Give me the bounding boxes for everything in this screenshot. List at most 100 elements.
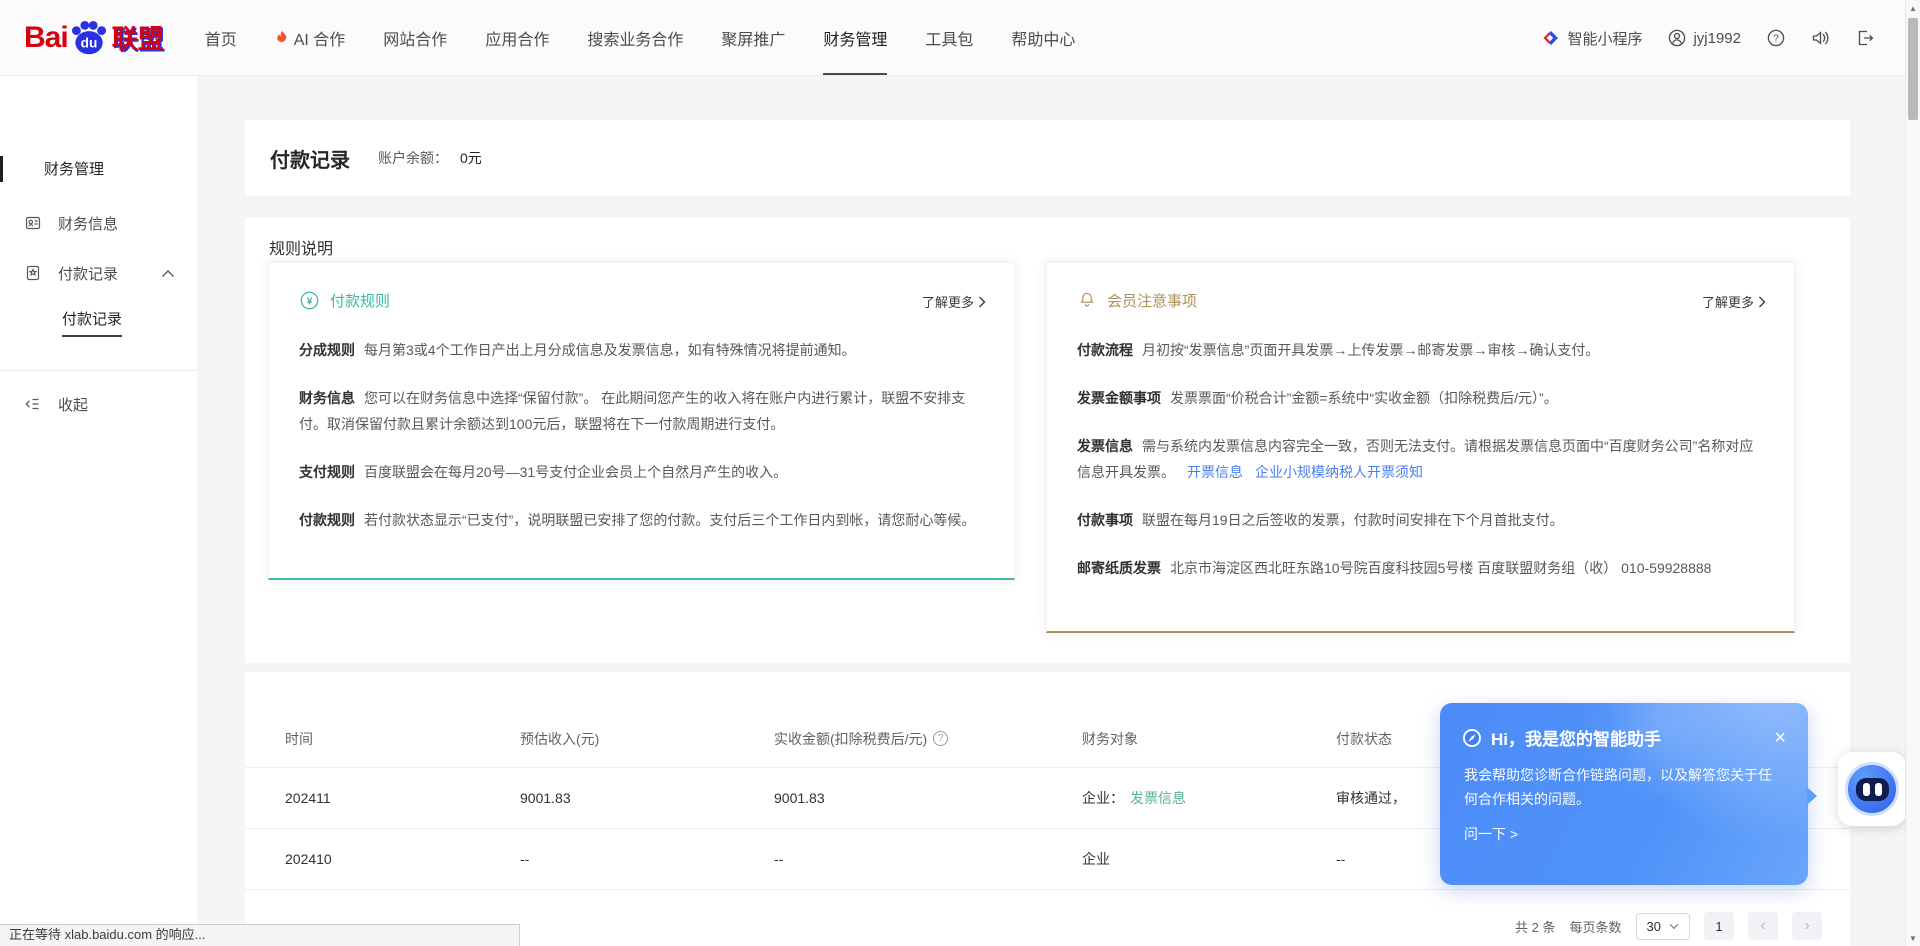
user-icon bbox=[1668, 29, 1686, 47]
svg-text:?: ? bbox=[1773, 34, 1779, 45]
prev-page-button[interactable]: ‹ bbox=[1748, 912, 1778, 940]
close-icon[interactable]: × bbox=[1774, 729, 1786, 747]
assistant-popup-header: Hi，我是您的智能助手 × bbox=[1440, 703, 1808, 750]
assistant-robot-button[interactable] bbox=[1838, 752, 1906, 826]
per-page-label: 每页条数 bbox=[1570, 917, 1622, 936]
navbar-right: 智能小程序 jyj1992 ? bbox=[1542, 0, 1874, 76]
payment-rules-card: ¥ 付款规则 了解更多 分成规则每月第3或4个工作日产出上月分成信息及发票信息，… bbox=[268, 262, 1015, 580]
rules-panel: 规则说明 ¥ 付款规则 了解更多 分成规则每月第3或4个工作日产出上月分成信息及… bbox=[245, 218, 1850, 663]
robot-icon bbox=[1845, 762, 1899, 816]
nav-item-website[interactable]: 网站合作 bbox=[364, 0, 466, 75]
username: jyj1992 bbox=[1693, 30, 1741, 47]
per-page-select[interactable]: 30 bbox=[1636, 913, 1690, 940]
collapse-label: 收起 bbox=[58, 394, 88, 415]
rule-paragraph: 支付规则百度联盟会在每月20号—31号支付企业会员上个自然月产生的收入。 bbox=[299, 459, 984, 485]
column-header-target: 财务对象 bbox=[1082, 729, 1336, 749]
rule-paragraph: 分成规则每月第3或4个工作日产出上月分成信息及发票信息，如有特殊情况将提前通知。 bbox=[299, 337, 984, 363]
rule-paragraph: 付款事项联盟在每月19日之后签收的发票，付款时间安排在下个月首批支付。 bbox=[1077, 507, 1764, 533]
scroll-down-arrow[interactable]: ▼ bbox=[1906, 930, 1920, 946]
card-title: 付款规则 bbox=[330, 290, 390, 311]
member-notices-card: 会员注意事项 了解更多 付款流程月初按“发票信息”页面开具发票→上传发票→邮寄发… bbox=[1046, 262, 1795, 633]
column-header-time: 时间 bbox=[285, 729, 520, 749]
learn-more-link[interactable]: 了解更多 bbox=[922, 292, 986, 311]
nav-item-help-center[interactable]: 帮助中心 bbox=[992, 0, 1094, 75]
cell-time: 202410 bbox=[285, 851, 520, 867]
flame-icon bbox=[275, 29, 289, 46]
nav-item-home[interactable]: 首页 bbox=[186, 0, 256, 75]
page-button-1[interactable]: 1 bbox=[1704, 912, 1734, 940]
cell-time: 202411 bbox=[285, 790, 520, 806]
rule-paragraph: 财务信息您可以在财务信息中选择“保留付款”。 在此期间您产生的收入将在账户内进行… bbox=[299, 385, 984, 437]
cell-estimated: -- bbox=[520, 851, 774, 867]
learn-more-link[interactable]: 了解更多 bbox=[1702, 292, 1766, 311]
help-icon: ? bbox=[1767, 29, 1785, 47]
main-nav: 首页 AI 合作 网站合作 应用合作 搜索业务合作 聚屏推广 财务管理 工具包 … bbox=[186, 0, 1095, 75]
cell-target: 企业 bbox=[1082, 849, 1336, 869]
nav-item-search-business[interactable]: 搜索业务合作 bbox=[568, 0, 702, 75]
svg-text:¥: ¥ bbox=[307, 295, 313, 307]
card-body: 分成规则每月第3或4个工作日产出上月分成信息及发票信息，如有特殊情况将提前通知。… bbox=[269, 337, 1014, 533]
account-balance-value: 0元 bbox=[460, 148, 482, 168]
column-header-actual: 实收金额(扣除税费后/元) ? bbox=[774, 729, 1082, 749]
logo-text-bai: Bai bbox=[24, 21, 68, 55]
nav-item-app[interactable]: 应用合作 bbox=[466, 0, 568, 75]
baidu-union-logo[interactable]: Bai du 联盟 bbox=[24, 0, 164, 75]
logout-button[interactable] bbox=[1856, 29, 1874, 47]
rule-paragraph: 发票信息需与系统内发票信息内容完全一致，否则无法支付。请根据发票信息页面中“百度… bbox=[1077, 433, 1764, 485]
scroll-up-arrow[interactable]: ▲ bbox=[1906, 0, 1920, 16]
next-page-button[interactable]: › bbox=[1792, 912, 1822, 940]
nav-item-screen-promo[interactable]: 聚屏推广 bbox=[702, 0, 804, 75]
rule-paragraph: 邮寄纸质发票北京市海淀区西北旺东路10号院百度科技园5号楼 百度联盟财务组（收）… bbox=[1077, 555, 1764, 581]
total-count: 共 2 条 bbox=[1515, 917, 1555, 936]
sidebar-subitem-payment-records[interactable]: 付款记录 bbox=[62, 308, 122, 337]
user-account[interactable]: jyj1992 bbox=[1668, 29, 1741, 47]
sidebar-item-finance-info[interactable]: 财务信息 bbox=[0, 208, 197, 238]
chevron-up-icon[interactable] bbox=[161, 269, 175, 278]
rule-paragraph: 发票金额事项发票票面“价税合计”金额=系统中“实收金额（扣除税费后/元）”。 bbox=[1077, 385, 1764, 411]
sidebar-item-label: 财务信息 bbox=[58, 213, 118, 234]
sound-button[interactable] bbox=[1811, 29, 1830, 47]
chevron-down-icon bbox=[1669, 923, 1679, 930]
browser-status-bar: 正在等待 xlab.baidu.com 的响应... bbox=[0, 924, 520, 946]
small-taxpayer-guide-link[interactable]: 企业小规模纳税人开票须知 bbox=[1255, 464, 1423, 480]
sidebar-divider bbox=[0, 370, 197, 371]
paw-icon: du bbox=[68, 20, 110, 56]
nav-item-toolkit[interactable]: 工具包 bbox=[906, 0, 992, 75]
coin-yen-icon: ¥ bbox=[299, 290, 320, 311]
id-card-icon bbox=[24, 214, 42, 232]
assistant-popup: Hi，我是您的智能助手 × 我会帮助您诊断合作链路问题，以及解答您关于任何合作相… bbox=[1440, 703, 1808, 885]
sidebar-item-label: 付款记录 bbox=[58, 263, 118, 284]
card-header: ¥ 付款规则 了解更多 bbox=[269, 263, 1014, 315]
column-help-icon[interactable]: ? bbox=[933, 731, 948, 746]
mini-program-icon bbox=[1542, 29, 1560, 47]
sidebar-section-finance: 财务管理 bbox=[44, 158, 104, 179]
top-navbar: Bai du 联盟 首页 AI 合作 网站合作 应用合作 搜索业务合作 聚屏推广… bbox=[0, 0, 1920, 76]
vertical-scrollbar[interactable]: ▲ ▼ bbox=[1905, 0, 1920, 946]
sidebar-collapse-button[interactable]: 收起 bbox=[0, 389, 197, 419]
assistant-message: 我会帮助您诊断合作链路问题，以及解答您关于任何合作相关的问题。 bbox=[1440, 750, 1808, 811]
sidebar-item-payment-records[interactable]: 付款记录 bbox=[0, 258, 197, 288]
nav-item-ai[interactable]: AI 合作 bbox=[256, 0, 365, 75]
ask-link[interactable]: 问一下 > bbox=[1440, 811, 1808, 844]
card-title: 会员注意事项 bbox=[1107, 290, 1197, 311]
compass-icon bbox=[1462, 728, 1482, 748]
rules-heading: 规则说明 bbox=[269, 235, 333, 259]
scrollbar-thumb[interactable] bbox=[1908, 18, 1918, 120]
nav-item-finance[interactable]: 财务管理 bbox=[804, 0, 906, 75]
cell-actual: -- bbox=[774, 851, 1082, 867]
rule-paragraph: 付款流程月初按“发票信息”页面开具发票→上传发票→邮寄发票→审核→确认支付。 bbox=[1077, 337, 1764, 363]
invoice-info-link[interactable]: 开票信息 bbox=[1187, 464, 1243, 480]
rule-paragraph: 付款规则若付款状态显示“已支付”，说明联盟已安排了您的付款。支付后三个工作日内到… bbox=[299, 507, 984, 533]
logout-icon bbox=[1856, 29, 1874, 47]
help-button[interactable]: ? bbox=[1767, 29, 1785, 47]
pagination: 共 2 条 每页条数 30 1 ‹ › bbox=[1515, 912, 1822, 940]
collapse-icon bbox=[23, 395, 41, 413]
cell-target: 企业：发票信息 bbox=[1082, 788, 1336, 808]
chevron-right-icon bbox=[1758, 296, 1766, 308]
page-title: 付款记录 bbox=[270, 144, 350, 173]
mini-program-link[interactable]: 智能小程序 bbox=[1542, 28, 1642, 49]
invoice-info-cell-link[interactable]: 发票信息 bbox=[1130, 790, 1186, 806]
card-header: 会员注意事项 了解更多 bbox=[1047, 263, 1794, 315]
speaker-icon bbox=[1811, 29, 1830, 47]
chevron-right-icon bbox=[978, 296, 986, 308]
